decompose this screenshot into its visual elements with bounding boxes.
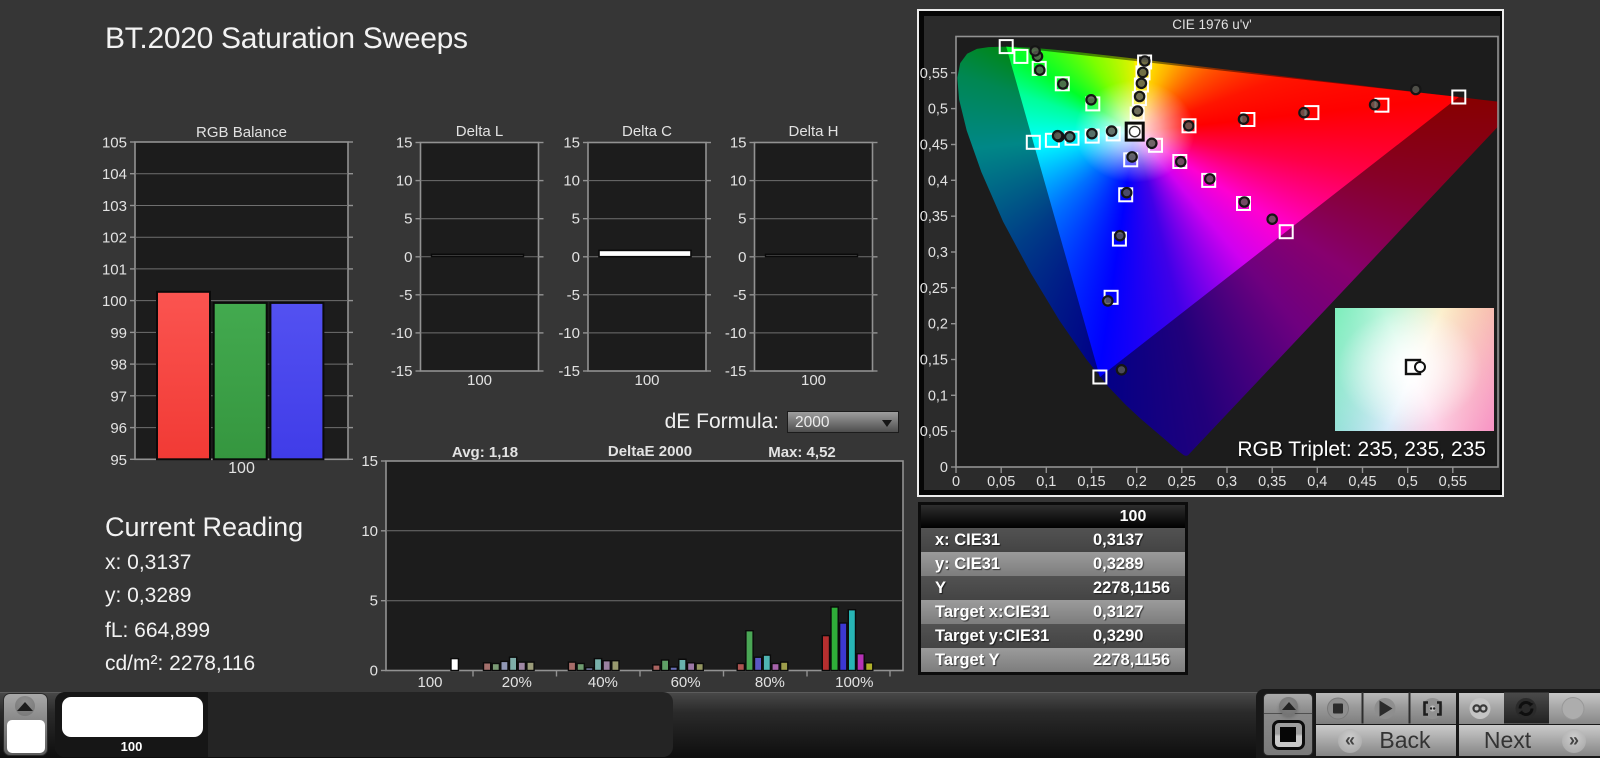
svg-text:96: 96 <box>110 420 127 437</box>
svg-text:0,05: 0,05 <box>987 474 1015 490</box>
svg-text:40%: 40% <box>588 674 618 691</box>
svg-text:97: 97 <box>110 388 127 405</box>
svg-text:80%: 80% <box>755 674 785 691</box>
svg-text:0,55: 0,55 <box>1439 474 1467 490</box>
svg-text:15: 15 <box>730 135 747 152</box>
svg-text:0,1: 0,1 <box>928 388 948 404</box>
svg-text:0: 0 <box>404 249 412 266</box>
svg-text:0: 0 <box>940 460 948 476</box>
svg-text:100: 100 <box>634 372 659 389</box>
svg-text:0,5: 0,5 <box>928 102 948 118</box>
svg-text:100: 100 <box>417 674 442 691</box>
svg-text:99: 99 <box>110 325 127 342</box>
svg-text:102: 102 <box>102 230 127 247</box>
svg-text:10: 10 <box>361 523 378 540</box>
svg-text:Delta C: Delta C <box>622 123 672 140</box>
svg-text:-5: -5 <box>733 287 746 304</box>
svg-text:0: 0 <box>572 249 580 266</box>
svg-text:0,3: 0,3 <box>928 245 948 261</box>
svg-text:RGB Balance: RGB Balance <box>196 124 287 141</box>
svg-text:5: 5 <box>370 593 378 610</box>
svg-text:-10: -10 <box>391 325 413 342</box>
svg-text:101: 101 <box>102 261 127 278</box>
svg-text:0,35: 0,35 <box>920 209 948 225</box>
svg-text:10: 10 <box>730 173 747 190</box>
svg-text:100: 100 <box>467 372 492 389</box>
svg-text:0,05: 0,05 <box>920 424 948 440</box>
svg-text:103: 103 <box>102 198 127 215</box>
svg-text:100: 100 <box>801 372 826 389</box>
svg-text:15: 15 <box>563 135 580 152</box>
svg-text:-10: -10 <box>558 325 580 342</box>
svg-text:0,2: 0,2 <box>928 317 948 333</box>
svg-text:15: 15 <box>396 135 413 152</box>
svg-text:0,15: 0,15 <box>1077 474 1105 490</box>
svg-text:-5: -5 <box>399 287 412 304</box>
svg-text:Delta H: Delta H <box>788 123 838 140</box>
svg-text:-15: -15 <box>391 363 413 380</box>
svg-text:100: 100 <box>228 460 255 477</box>
svg-text:-5: -5 <box>567 287 580 304</box>
svg-text:5: 5 <box>572 211 580 228</box>
svg-text:0,2: 0,2 <box>1127 474 1147 490</box>
svg-text:CIE 1976 u'v': CIE 1976 u'v' <box>1172 17 1251 32</box>
svg-text:0,35: 0,35 <box>1258 474 1286 490</box>
svg-text:-15: -15 <box>558 363 580 380</box>
svg-text:0,1: 0,1 <box>1036 474 1056 490</box>
svg-text:95: 95 <box>110 452 127 469</box>
svg-text:0,55: 0,55 <box>920 66 948 82</box>
svg-text:Max: 4,52: Max: 4,52 <box>768 444 836 461</box>
svg-text:0,15: 0,15 <box>920 353 948 369</box>
svg-text:-15: -15 <box>725 363 747 380</box>
svg-text:0,25: 0,25 <box>920 281 948 297</box>
svg-text:15: 15 <box>361 453 378 470</box>
svg-text:105: 105 <box>102 135 127 152</box>
svg-text:0,25: 0,25 <box>1168 474 1196 490</box>
svg-text:10: 10 <box>396 173 413 190</box>
svg-text:0: 0 <box>952 474 960 490</box>
svg-text:0,5: 0,5 <box>1398 474 1418 490</box>
svg-text:104: 104 <box>102 166 127 183</box>
svg-text:0,3: 0,3 <box>1217 474 1237 490</box>
svg-text:0,45: 0,45 <box>1348 474 1376 490</box>
svg-text:Avg: 1,18: Avg: 1,18 <box>452 444 518 461</box>
svg-text:10: 10 <box>563 173 580 190</box>
svg-text:20%: 20% <box>502 674 532 691</box>
svg-text:98: 98 <box>110 357 127 374</box>
svg-text:100: 100 <box>102 293 127 310</box>
svg-text:0: 0 <box>738 249 746 266</box>
svg-text:-10: -10 <box>725 325 747 342</box>
svg-text:0,4: 0,4 <box>1307 474 1327 490</box>
svg-text:DeltaE 2000: DeltaE 2000 <box>608 443 692 460</box>
svg-text:0,4: 0,4 <box>928 173 948 189</box>
svg-text:60%: 60% <box>671 674 701 691</box>
svg-text:5: 5 <box>738 211 746 228</box>
svg-text:0: 0 <box>370 663 378 680</box>
svg-text:0,45: 0,45 <box>920 138 948 154</box>
svg-text:5: 5 <box>404 211 412 228</box>
svg-text:100%: 100% <box>835 674 873 691</box>
svg-text:Delta L: Delta L <box>456 123 504 140</box>
